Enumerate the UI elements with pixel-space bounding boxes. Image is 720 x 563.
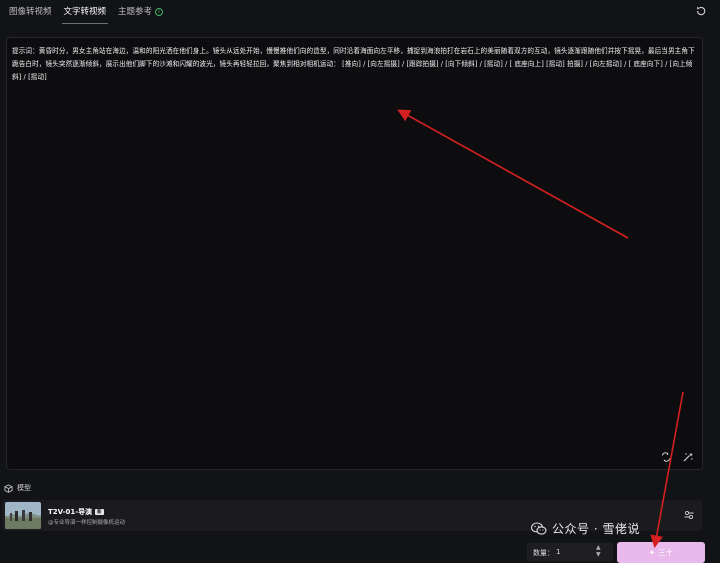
refresh-icon[interactable] — [696, 6, 706, 16]
model-description: @专业导演一样控制摄像机运动 — [48, 520, 126, 526]
tab-image-to-video[interactable]: 图像转视频 — [9, 5, 52, 23]
generate-button[interactable]: ✦ 三十 — [617, 542, 705, 563]
generate-button-label: 三十 — [658, 548, 674, 557]
model-name-text: T2V-01-导演 — [48, 508, 93, 516]
model-name: T2V-01-导演新 — [48, 507, 104, 517]
new-badge: 新 — [95, 509, 104, 515]
watermark-text: 公众号 · 雪佬说 — [552, 522, 640, 536]
settings-icon[interactable] — [684, 510, 694, 520]
chevron-up-icon[interactable]: ▲ — [596, 544, 601, 551]
info-icon[interactable]: i — [155, 8, 164, 16]
tab-subject-reference-label: 主题参考 — [118, 7, 153, 17]
quantity-label: 数量： — [533, 549, 554, 557]
model-section-title: 模型 — [17, 484, 31, 492]
cube-icon — [4, 483, 13, 493]
quantity-value[interactable]: 1 — [556, 548, 560, 556]
camera-icon[interactable] — [660, 451, 672, 463]
prompt-editor[interactable]: 提示词：黄昏时分，男女主角站在海边，温和的阳光洒在他们身上。镜头从远处开始，慢慢… — [6, 37, 703, 470]
sparkle-icon: ✦ — [648, 548, 656, 557]
prompt-text[interactable]: 提示词：黄昏时分，男女主角站在海边，温和的阳光洒在他们身上。镜头从远处开始，慢慢… — [12, 45, 696, 84]
wechat-icon — [531, 521, 547, 535]
magic-wand-icon[interactable] — [682, 451, 694, 463]
model-thumbnail — [5, 502, 41, 529]
chevron-down-icon[interactable]: ▼ — [596, 551, 601, 558]
model-section-header: 模型 — [4, 483, 31, 493]
watermark: 公众号 · 雪佬说 — [531, 520, 640, 537]
tab-subject-reference[interactable]: 主题参考 i — [118, 5, 164, 23]
top-bar: 图像转视频 文字转视频 主题参考 i — [0, 0, 720, 26]
tab-text-to-video[interactable]: 文字转视频 — [61, 5, 108, 24]
quantity-stepper[interactable]: 数量： 1 ▲ ▼ — [527, 543, 613, 561]
mode-tabs: 图像转视频 文字转视频 主题参考 i — [9, 5, 164, 24]
